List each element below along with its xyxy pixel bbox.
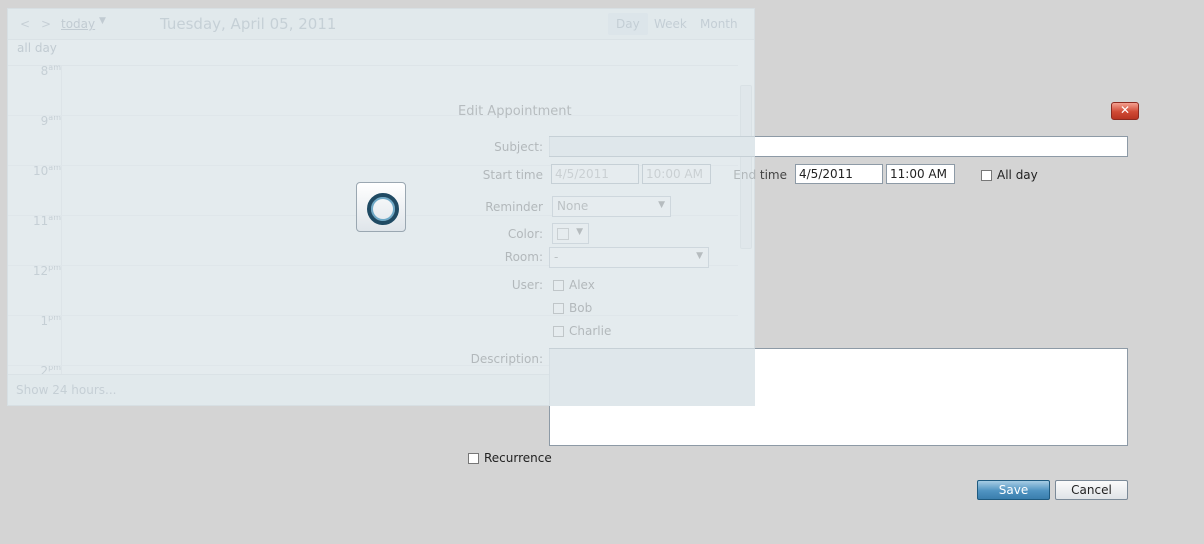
chevron-down-icon[interactable]: ▼ (99, 16, 106, 26)
reminder-label: Reminder (485, 200, 543, 214)
hour-label: 2pm (40, 363, 61, 375)
reminder-value: None (557, 199, 589, 213)
user-label-bob: Bob (569, 301, 593, 315)
room-value: - (554, 250, 559, 264)
room-select[interactable]: - ▼ (549, 247, 709, 268)
end-date-input[interactable]: 4/5/2011 (795, 164, 883, 184)
all-day-label: all day (17, 41, 57, 55)
user-label-charlie: Charlie (569, 324, 612, 338)
end-time-label: End time (733, 168, 787, 182)
hour-label: 10am (33, 163, 61, 178)
room-label: Room: (504, 250, 543, 264)
scheduler-toolbar: < > today ▼ Tuesday, April 05, 2011 Day … (8, 9, 754, 40)
hour-label: 8am (40, 63, 61, 78)
reminder-select[interactable]: None ▼ (552, 196, 671, 217)
start-date-input[interactable]: 4/5/2011 (551, 164, 639, 184)
color-label: Color: (507, 227, 543, 241)
color-swatch (557, 227, 569, 240)
scroll-thumb[interactable] (740, 85, 752, 249)
chevron-down-icon: ▼ (576, 227, 583, 237)
recurrence-label: Recurrence (484, 451, 552, 465)
tab-day[interactable]: Day (608, 13, 648, 35)
today-link[interactable]: today (61, 17, 95, 31)
hour-label: 12pm (32, 263, 61, 278)
tab-month[interactable]: Month (692, 13, 746, 35)
chevron-down-icon: ▼ (658, 200, 665, 210)
date-title: Tuesday, April 05, 2011 (160, 15, 337, 33)
start-time-label: Start time (482, 168, 543, 182)
tab-week[interactable]: Week (646, 13, 695, 35)
close-button[interactable]: ✕ (1111, 102, 1139, 120)
user-checkbox-bob[interactable] (553, 303, 564, 314)
hour-label: 9am (40, 113, 61, 128)
hour-label: 1pm (40, 313, 61, 328)
vertical-scrollbar[interactable] (740, 69, 752, 369)
loading-spinner-icon (356, 182, 406, 232)
user-checkbox-alex[interactable] (553, 280, 564, 291)
recurrence-checkbox[interactable] (468, 453, 479, 464)
description-textarea[interactable] (549, 348, 1128, 446)
user-label: User: (511, 278, 543, 292)
all-day-label: All day (997, 168, 1038, 182)
all-day-row[interactable]: all day (8, 39, 738, 66)
user-label-alex: Alex (569, 278, 595, 292)
all-day-checkbox[interactable] (981, 170, 992, 181)
dialog-title: Edit Appointment (458, 104, 572, 119)
cancel-button[interactable]: Cancel (1055, 480, 1128, 500)
show-24-hours-link[interactable]: Show 24 hours... (16, 383, 116, 397)
description-label: Description: (470, 352, 543, 366)
prev-button[interactable]: < (17, 16, 33, 32)
user-checkbox-charlie[interactable] (553, 326, 564, 337)
subject-label: Subject: (494, 140, 543, 154)
color-picker[interactable]: ▼ (552, 223, 589, 244)
close-icon: ✕ (1119, 103, 1131, 117)
hour-label: 11am (33, 213, 61, 228)
subject-input[interactable] (549, 136, 1128, 157)
save-button[interactable]: Save (977, 480, 1050, 500)
spinner-ring (367, 193, 399, 225)
time-column: 8am 9am 10am 11am 12pm 1pm 2pm (8, 63, 62, 375)
chevron-down-icon: ▼ (696, 251, 703, 261)
next-button[interactable]: > (38, 16, 54, 32)
end-time-input[interactable]: 11:00 AM (886, 164, 955, 184)
hour-divider (8, 115, 738, 116)
hour-divider (8, 315, 738, 316)
